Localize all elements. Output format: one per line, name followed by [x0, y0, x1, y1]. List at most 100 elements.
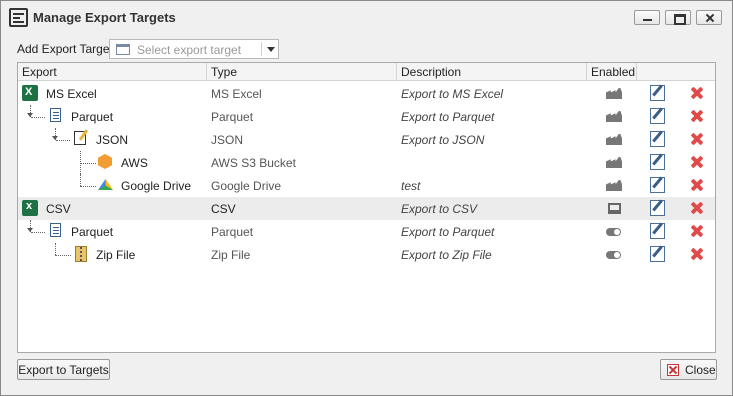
header-divider[interactable] — [396, 63, 397, 81]
factory-icon[interactable] — [606, 157, 622, 168]
header-divider[interactable] — [636, 63, 637, 81]
row-description: Export to JSON — [401, 133, 485, 147]
edit-button[interactable] — [650, 154, 665, 170]
table-row[interactable]: Zip File Zip File Export to Zip File — [18, 243, 715, 266]
tree-connector — [31, 232, 45, 233]
tree-connector — [55, 255, 71, 256]
row-description: Export to MS Excel — [401, 87, 504, 101]
edit-button[interactable] — [650, 177, 665, 193]
close-icon — [697, 11, 721, 24]
maximize-icon — [666, 11, 690, 25]
table-row-selected[interactable]: CSV CSV Export to CSV — [18, 197, 715, 220]
factory-icon[interactable] — [606, 111, 622, 122]
row-export-name: AWS — [121, 156, 148, 170]
header-type[interactable]: Type — [211, 65, 237, 79]
row-type: Parquet — [211, 225, 254, 239]
delete-button[interactable] — [690, 200, 704, 216]
export-target-select[interactable]: Select export target — [109, 39, 279, 59]
row-type: Zip File — [211, 248, 251, 262]
tree-connector — [80, 186, 96, 187]
row-export-name: Parquet — [71, 110, 114, 124]
table-row[interactable]: Google Drive Google Drive test — [18, 174, 715, 197]
row-description: Export to CSV — [401, 202, 478, 216]
edit-button[interactable] — [650, 223, 665, 239]
document-icon — [50, 223, 61, 237]
chevron-down-icon[interactable] — [267, 47, 275, 52]
tree-connector — [80, 163, 96, 164]
factory-icon[interactable] — [606, 88, 622, 99]
header-description[interactable]: Description — [401, 65, 461, 79]
tree-connector — [56, 140, 70, 141]
factory-icon[interactable] — [606, 180, 622, 191]
toggle-icon[interactable] — [606, 228, 621, 236]
delete-button[interactable] — [690, 154, 704, 170]
google-drive-icon — [98, 179, 113, 191]
window-close-button[interactable] — [696, 10, 722, 25]
edit-button[interactable] — [650, 85, 665, 101]
delete-button[interactable] — [690, 246, 704, 262]
csv-icon — [22, 200, 38, 216]
select-placeholder: Select export target — [137, 43, 242, 57]
row-description: Export to Parquet — [401, 225, 495, 239]
monitor-icon[interactable] — [608, 203, 621, 214]
app-logo-icon — [9, 8, 28, 27]
manage-export-targets-window: Manage Export Targets Add Export Target … — [0, 0, 733, 396]
excel-icon — [22, 85, 38, 101]
tree-connector — [31, 117, 45, 118]
tree-connector — [80, 174, 81, 186]
combo-divider — [261, 42, 262, 56]
document-icon — [50, 108, 61, 122]
row-export-name: Parquet — [71, 225, 114, 239]
row-type: JSON — [211, 133, 244, 147]
header-divider[interactable] — [206, 63, 207, 81]
row-description: Export to Zip File — [401, 248, 492, 262]
delete-button[interactable] — [690, 108, 704, 124]
json-file-icon — [74, 131, 86, 145]
row-type: MS Excel — [211, 87, 262, 101]
minimize-icon — [635, 11, 659, 24]
row-type: CSV — [211, 202, 236, 216]
header-export[interactable]: Export — [22, 65, 57, 79]
window-title: Manage Export Targets — [33, 10, 176, 25]
row-description: Export to Parquet — [401, 110, 495, 124]
row-export-name: JSON — [96, 133, 129, 147]
calendar-icon — [116, 44, 130, 55]
delete-button[interactable] — [690, 223, 704, 239]
close-button[interactable]: Close — [660, 359, 717, 380]
table-row[interactable]: AWS AWS S3 Bucket — [18, 151, 715, 174]
row-export-name: Google Drive — [121, 179, 192, 193]
toggle-icon[interactable] — [606, 251, 621, 259]
table-row[interactable]: Parquet Parquet Export to Parquet — [18, 105, 715, 128]
row-type: Parquet — [211, 110, 254, 124]
header-divider[interactable] — [586, 63, 587, 81]
edit-button[interactable] — [650, 200, 665, 216]
table-row[interactable]: JSON JSON Export to JSON — [18, 128, 715, 151]
factory-icon[interactable] — [606, 134, 622, 145]
row-export-name: Zip File — [96, 248, 136, 262]
delete-button[interactable] — [690, 131, 704, 147]
header-enabled[interactable]: Enabled — [591, 65, 635, 79]
delete-button[interactable] — [690, 85, 704, 101]
tree-connector — [55, 243, 56, 255]
export-to-targets-button[interactable]: Export to Targets — [17, 359, 110, 380]
edit-button[interactable] — [650, 131, 665, 147]
table-row[interactable]: Parquet Parquet Export to Parquet — [18, 220, 715, 243]
close-icon — [667, 364, 679, 376]
close-button-label: Close — [685, 363, 716, 377]
table-row[interactable]: MS Excel MS Excel Export to MS Excel — [18, 82, 715, 105]
row-type: Google Drive — [211, 179, 282, 193]
aws-icon — [98, 154, 112, 169]
row-type: AWS S3 Bucket — [211, 156, 296, 170]
row-export-name: CSV — [46, 202, 71, 216]
edit-button[interactable] — [650, 108, 665, 124]
edit-button[interactable] — [650, 246, 665, 262]
title-bar: Manage Export Targets — [1, 1, 732, 34]
maximize-button[interactable] — [665, 10, 691, 25]
zip-icon — [75, 246, 87, 262]
minimize-button[interactable] — [634, 10, 660, 25]
delete-button[interactable] — [690, 177, 704, 193]
add-export-target-label: Add Export Target — [17, 42, 113, 56]
grid-header: Export Type Description Enabled — [18, 63, 715, 81]
export-targets-grid: Export Type Description Enabled MS Excel… — [17, 62, 716, 353]
row-export-name: MS Excel — [46, 87, 97, 101]
